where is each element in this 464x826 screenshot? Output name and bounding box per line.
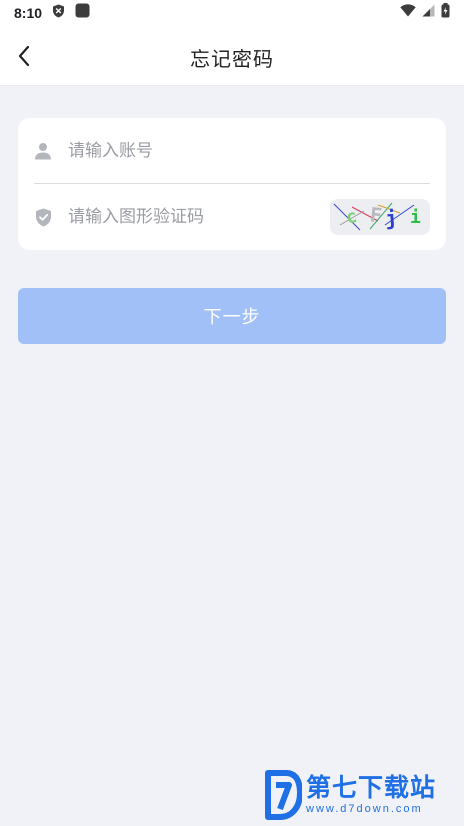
- shield-check-icon: [34, 208, 52, 226]
- watermark: 第七下载站 www.d7down.com: [262, 766, 458, 824]
- user-icon: [34, 142, 52, 160]
- status-bar-left: 8:10: [14, 3, 90, 23]
- watermark-url: www.d7down.com: [306, 803, 423, 815]
- shield-notification-icon: [52, 4, 65, 23]
- wifi-icon: [400, 4, 416, 22]
- captcha-input[interactable]: [68, 197, 322, 237]
- watermark-name: 第七下载站: [306, 774, 437, 802]
- watermark-text: 第七下载站 www.d7down.com: [306, 774, 436, 816]
- captcha-row: c F j i: [34, 184, 430, 250]
- status-bar: 8:10: [0, 0, 464, 26]
- status-bar-right: [400, 3, 450, 23]
- form-card: c F j i: [18, 118, 446, 250]
- battery-icon: [441, 3, 450, 23]
- account-input[interactable]: [68, 130, 430, 171]
- cellular-signal-icon: [422, 4, 435, 22]
- page-title: 忘记密码: [190, 49, 274, 71]
- nav-bar: 忘记密码: [0, 26, 464, 86]
- account-row: [34, 118, 430, 184]
- next-button[interactable]: 下一步: [18, 288, 446, 344]
- status-time: 8:10: [14, 5, 43, 21]
- captcha-char-3: j: [384, 206, 398, 231]
- captcha-image[interactable]: c F j i: [330, 199, 430, 235]
- captcha-char-4: i: [410, 207, 421, 228]
- app-notification-icon: [75, 3, 90, 23]
- captcha-char-2: F: [369, 202, 383, 227]
- d7-logo-icon: [265, 770, 302, 820]
